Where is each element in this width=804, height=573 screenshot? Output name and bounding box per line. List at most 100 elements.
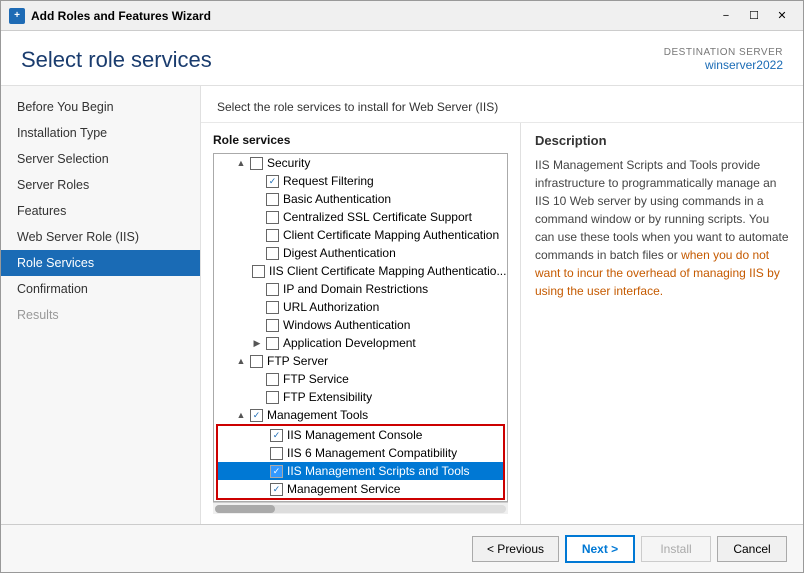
minimize-button[interactable]: − [713,6,739,26]
tree-item-iis-mgmt-console[interactable]: ✓ IIS Management Console [218,426,503,444]
next-button[interactable]: Next > [565,535,635,563]
panel-label: Role services [213,133,508,147]
horizontal-scrollbar-area[interactable] [213,502,508,514]
spacer12 [254,428,268,442]
tree-item-basic-auth[interactable]: Basic Authentication [214,190,507,208]
checkbox-ftp-server[interactable] [250,355,263,368]
checkbox-mgmt-service[interactable]: ✓ [270,483,283,496]
tree-item-centralized-ssl[interactable]: Centralized SSL Certificate Support [214,208,507,226]
spacer7 [250,282,264,296]
sidebar-item-role-services[interactable]: Role Services [1,250,200,276]
checkbox-ftp-service[interactable] [266,373,279,386]
scroll-thumb[interactable] [215,505,275,513]
checkbox-request-filtering[interactable]: ✓ [266,175,279,188]
expand-mgmt-icon: ▲ [234,408,248,422]
main-wrapper: Select role services DESTINATION SERVER … [1,31,803,572]
checkbox-security[interactable] [250,157,263,170]
tree-container[interactable]: ▲ Security ✓ Request Filtering [213,153,508,502]
checkbox-centralized-ssl[interactable] [266,211,279,224]
checkbox-mgmt-tools[interactable]: ✓ [250,409,263,422]
spacer13 [254,446,268,460]
install-button: Install [641,536,711,562]
tree-item-ftp-service[interactable]: FTP Service [214,370,507,388]
tree-item-mgmt-tools[interactable]: ▲ ✓ Management Tools [214,406,507,424]
checkbox-basic-auth[interactable] [266,193,279,206]
content-body: Role services ▲ Security ✓ R [201,123,803,524]
tree-item-ftp-extensibility[interactable]: FTP Extensibility [214,388,507,406]
spacer11 [250,390,264,404]
content-instruction: Select the role services to install for … [201,86,803,123]
tree-label-security: Security [267,156,310,170]
checkbox-windows-auth[interactable] [266,319,279,332]
checkbox-ftp-extensibility[interactable] [266,391,279,404]
spacer10 [250,372,264,386]
checkbox-client-cert-mapping[interactable] [266,229,279,242]
checkbox-app-dev[interactable] [266,337,279,350]
expand-security-icon: ▲ [234,156,248,170]
tree-item-app-dev[interactable]: ▶ Application Development [214,334,507,352]
spacer2 [250,192,264,206]
tree-item-mgmt-service[interactable]: ✓ Management Service [218,480,503,498]
spacer9 [250,318,264,332]
expand-ftp-icon: ▲ [234,354,248,368]
tree-label-ftp-service: FTP Service [283,372,349,386]
checkbox-iis-client-cert[interactable] [252,265,265,278]
spacer14 [254,464,268,478]
highlighted-group: ✓ IIS Management Console IIS 6 Managemen… [216,424,505,500]
spacer4 [250,228,264,242]
footer: < Previous Next > Install Cancel [1,524,803,572]
tree-label-centralized-ssl: Centralized SSL Certificate Support [283,210,472,224]
tree-item-ip-domain[interactable]: IP and Domain Restrictions [214,280,507,298]
tree-label-app-dev: Application Development [283,336,416,350]
checkbox-digest-auth[interactable] [266,247,279,260]
tree-item-iis6-compat[interactable]: IIS 6 Management Compatibility [218,444,503,462]
tree-label-ip-domain: IP and Domain Restrictions [283,282,428,296]
page-title: Select role services [21,47,212,73]
tree-label-digest-auth: Digest Authentication [283,246,396,260]
tree-label-mgmt-service: Management Service [287,482,400,496]
checkbox-ip-domain[interactable] [266,283,279,296]
tree-item-security[interactable]: ▲ Security [214,154,507,172]
sidebar-item-features[interactable]: Features [1,198,200,224]
tree-label-iis-scripts: IIS Management Scripts and Tools [287,464,470,478]
sidebar-item-confirmation[interactable]: Confirmation [1,276,200,302]
tree-item-digest-auth[interactable]: Digest Authentication [214,244,507,262]
spacer1 [250,174,264,188]
checkbox-iis-mgmt-console[interactable]: ✓ [270,429,283,442]
checkbox-iis-scripts[interactable]: ✓ [270,465,283,478]
body-area: Before You Begin Installation Type Serve… [1,86,803,524]
tree-item-request-filtering[interactable]: ✓ Request Filtering [214,172,507,190]
maximize-button[interactable]: ☐ [741,6,767,26]
tree-label-mgmt-tools: Management Tools [267,408,368,422]
title-bar: + Add Roles and Features Wizard − ☐ ✕ [1,1,803,31]
cancel-button[interactable]: Cancel [717,536,787,562]
tree-item-iis-client-cert[interactable]: IIS Client Certificate Mapping Authentic… [214,262,507,280]
tree-item-url-auth[interactable]: URL Authorization [214,298,507,316]
sidebar-item-installation-type[interactable]: Installation Type [1,120,200,146]
tree-label-basic-auth: Basic Authentication [283,192,391,206]
tree-label-ftp-server: FTP Server [267,354,328,368]
close-button[interactable]: ✕ [769,6,795,26]
checkbox-url-auth[interactable] [266,301,279,314]
sidebar-item-before-you-begin[interactable]: Before You Begin [1,94,200,120]
sidebar-item-server-roles[interactable]: Server Roles [1,172,200,198]
tree-item-windows-auth[interactable]: Windows Authentication [214,316,507,334]
description-title: Description [535,133,789,148]
sidebar-item-web-server-role[interactable]: Web Server Role (IIS) [1,224,200,250]
main-window: + Add Roles and Features Wizard − ☐ ✕ Se… [0,0,804,573]
role-services-panel: Role services ▲ Security ✓ R [201,123,521,524]
checkbox-iis6-compat[interactable] [270,447,283,460]
app-icon: + [9,8,25,24]
tree-item-iis-scripts[interactable]: ✓ IIS Management Scripts and Tools [218,462,503,480]
previous-button[interactable]: < Previous [472,536,559,562]
sidebar-item-server-selection[interactable]: Server Selection [1,146,200,172]
tree-item-ftp-server[interactable]: ▲ FTP Server [214,352,507,370]
title-bar-controls: − ☐ ✕ [713,6,795,26]
tree-label-client-cert-mapping: Client Certificate Mapping Authenticatio… [283,228,499,242]
tree-item-client-cert-mapping[interactable]: Client Certificate Mapping Authenticatio… [214,226,507,244]
horizontal-scrollbar[interactable] [215,505,506,513]
tree-label-request-filtering: Request Filtering [283,174,374,188]
desc-text-part1: IIS Management Scripts and Tools provide… [535,158,789,262]
spacer5 [250,246,264,260]
description-text: IIS Management Scripts and Tools provide… [535,156,789,300]
